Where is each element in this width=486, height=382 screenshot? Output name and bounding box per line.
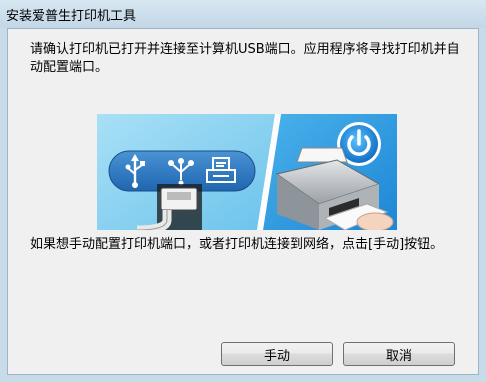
title-bar[interactable]: 安装爱普生打印机工具 <box>0 0 486 28</box>
connection-illustration <box>97 114 397 230</box>
instruction-text: 请确认打印机已打开并连接至计算机USB端口。应用程序将寻找打印机并自动配置端口。 <box>30 42 460 75</box>
manual-button[interactable]: 手动 <box>221 342 333 366</box>
installer-window: 安装爱普生打印机工具 请确认打印机已打开并连接至计算机USB端口。应用程序将寻找… <box>0 0 486 382</box>
window-title: 安装爱普生打印机工具 <box>6 9 137 24</box>
cancel-button[interactable]: 取消 <box>343 342 455 366</box>
manual-hint-text: 如果想手动配置打印机端口，或者打印机连接到网络，点击[手动]按钮。 <box>30 237 444 252</box>
dialog-body: 请确认打印机已打开并连接至计算机USB端口。应用程序将寻找打印机并自动配置端口。 <box>7 28 479 375</box>
